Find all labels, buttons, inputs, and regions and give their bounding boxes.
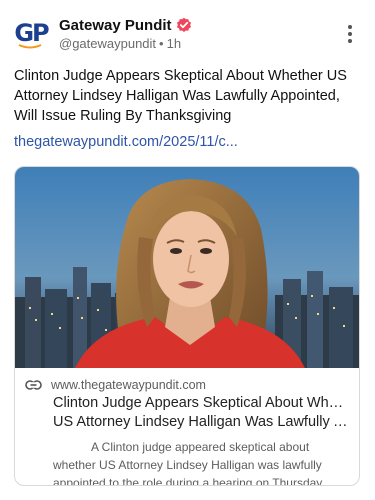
link-icon bbox=[25, 380, 42, 390]
post-header: GP Gateway Pundit @gatewaypundit • 1h bbox=[14, 14, 361, 54]
author-handle[interactable]: @gatewaypundit bbox=[59, 36, 156, 51]
avatar-logo-text: GP bbox=[14, 19, 49, 47]
author-meta: @gatewaypundit • 1h bbox=[59, 36, 192, 51]
post-link[interactable]: thegatewaypundit.com/2025/11/c... bbox=[14, 134, 238, 150]
more-options-button[interactable] bbox=[341, 22, 359, 46]
author-row: Gateway Pundit bbox=[59, 15, 192, 35]
author-block: Gateway Pundit @gatewaypundit • 1h bbox=[59, 15, 192, 51]
card-domain: www.thegatewaypundit.com bbox=[51, 378, 206, 392]
author-name[interactable]: Gateway Pundit bbox=[59, 17, 172, 34]
card-title: Clinton Judge Appears Skeptical About Wh… bbox=[53, 394, 351, 432]
more-vertical-icon bbox=[348, 25, 352, 29]
card-title-line: Clinton Judge Appears Skeptical About Wh… bbox=[53, 395, 351, 411]
card-description: A Clinton judge appeared skeptical about… bbox=[53, 440, 325, 486]
post-text: Clinton Judge Appears Skeptical About Wh… bbox=[14, 68, 347, 124]
avatar-swoosh-icon bbox=[18, 44, 42, 49]
link-preview-image[interactable] bbox=[15, 167, 359, 368]
link-preview-card[interactable]: www.thegatewaypundit.com Clinton Judge A… bbox=[14, 166, 360, 486]
card-domain-row: www.thegatewaypundit.com bbox=[25, 378, 206, 392]
post-card: GP Gateway Pundit @gatewaypundit • 1h Clin… bbox=[0, 0, 375, 500]
card-title-line: US Attorney Lindsey Halligan Was Lawfull… bbox=[53, 414, 351, 430]
verified-badge-icon bbox=[176, 17, 191, 32]
meta-separator: • bbox=[159, 36, 164, 51]
post-time[interactable]: 1h bbox=[167, 36, 181, 51]
avatar[interactable]: GP bbox=[14, 16, 50, 50]
